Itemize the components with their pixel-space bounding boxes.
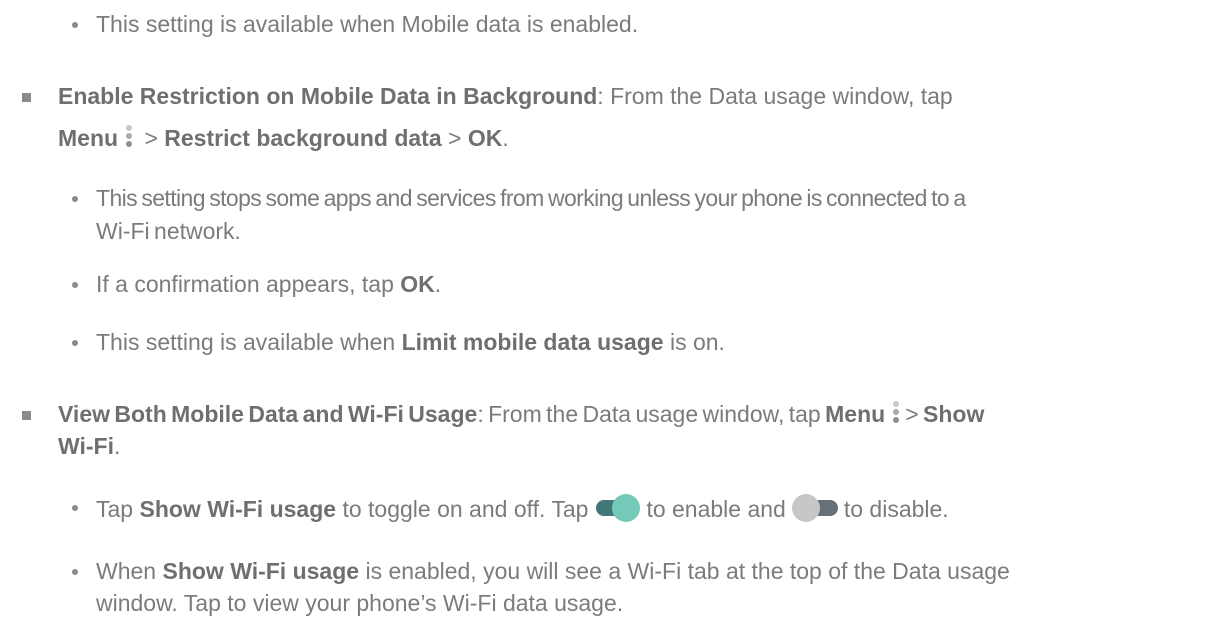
sub-bullet (72, 282, 78, 288)
main-bullet (22, 411, 31, 420)
restrict-title: Enable Restriction on Mobile Data in Bac… (58, 83, 598, 109)
ok-label: OK (467, 125, 503, 151)
mobile-data-note: This setting is available when Mobile da… (96, 11, 639, 37)
toggle-on-icon (594, 493, 641, 523)
confirmation-note: If a confirmation appears, tap OK. (96, 271, 442, 297)
restrict-background-data-label: Restrict background data (164, 125, 442, 151)
menu-icon (124, 124, 134, 150)
menu-label: Menu (58, 125, 119, 151)
restrict-note-line2: Wi-Fi network. (96, 218, 241, 244)
menu-label: Menu (825, 401, 886, 427)
sub-bullet (72, 196, 78, 202)
help-document: This setting is available when Mobile da… (0, 0, 1214, 639)
wifi-label: Wi-Fi (58, 433, 114, 459)
wifi-tab-note-line2: window. Tap to view your phone’s Wi-Fi d… (96, 590, 624, 616)
sub-bullet (72, 505, 78, 511)
menu-icon (891, 400, 901, 426)
limit-note: This setting is available when Limit mob… (96, 329, 725, 355)
view-both-heading-line2: Wi-Fi. (58, 433, 121, 459)
sub-bullet (72, 340, 78, 346)
view-both-title: View Both Mobile Data and Wi-Fi Usage (58, 401, 478, 427)
restrict-heading-line2: Menu > Restrict background data > OK. (58, 124, 509, 151)
sub-bullet (72, 22, 78, 28)
sub-bullet (72, 569, 78, 575)
restrict-note-line1: This setting stops some apps and service… (96, 185, 966, 211)
toggle-off-icon (791, 493, 838, 523)
show-label: Show (923, 401, 985, 427)
toggle-note: Tap Show Wi-Fi usage to toggle on and of… (96, 493, 949, 523)
view-both-heading-line1: View Both Mobile Data and Wi-Fi Usage: F… (58, 400, 985, 427)
restrict-heading-line1: Enable Restriction on Mobile Data in Bac… (58, 83, 953, 109)
main-bullet (22, 93, 31, 102)
wifi-tab-note-line1: When Show Wi-Fi usage is enabled, you wi… (96, 558, 1010, 584)
